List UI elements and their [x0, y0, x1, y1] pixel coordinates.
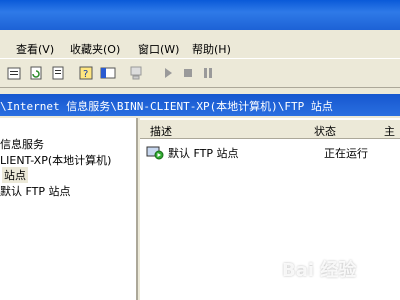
menu-favorites[interactable]: 收藏夹(O)	[70, 41, 120, 57]
title-bar	[0, 0, 400, 30]
list-pane: 描述 状态 主 默认 FTP 站点 正在运行	[140, 118, 400, 300]
column-state-label: 状态	[314, 125, 336, 138]
list-row[interactable]: 默认 FTP 站点 正在运行	[146, 144, 400, 160]
refresh-icon[interactable]	[28, 65, 44, 81]
menu-view[interactable]: 查看(V)	[16, 41, 54, 57]
column-host[interactable]: 主	[374, 120, 400, 139]
row-description: 默认 FTP 站点	[168, 147, 239, 160]
console-path: \Internet 信息服务\BINN-CLIENT-XP(本地计算机)\FTP…	[0, 100, 333, 113]
menu-bar: 查看(V) 收藏夹(O) 窗口(W) 帮助(H)	[0, 38, 400, 58]
watermark: Bai 经验	[282, 260, 357, 281]
column-description[interactable]: 描述	[140, 120, 305, 139]
tree-item-iis[interactable]: 信息服务	[0, 136, 44, 152]
computer-icon[interactable]	[128, 65, 144, 81]
tree-item-local-computer[interactable]: LIENT-XP(本地计算机)	[0, 152, 111, 168]
pause-icon[interactable]	[200, 65, 216, 81]
properties-icon[interactable]	[6, 65, 22, 81]
console-icon[interactable]	[100, 65, 116, 81]
column-description-label: 描述	[150, 125, 172, 138]
export-icon[interactable]	[50, 65, 66, 81]
svg-text:?: ?	[83, 69, 88, 80]
column-host-label: 主	[384, 125, 395, 138]
tree-pane: 信息服务 LIENT-XP(本地计算机) 站点 默认 FTP 站点	[0, 118, 138, 300]
stop-icon[interactable]	[180, 65, 196, 81]
row-state: 正在运行	[324, 147, 368, 160]
menu-help[interactable]: 帮助(H)	[192, 41, 231, 57]
ftp-site-icon	[146, 146, 164, 160]
tree-item-default-ftp[interactable]: 默认 FTP 站点	[0, 183, 70, 199]
tree-item-ftp-sites[interactable]: 站点	[2, 167, 28, 183]
play-icon[interactable]	[160, 65, 176, 81]
toolbar: ?	[0, 58, 400, 88]
help-icon[interactable]: ?	[78, 65, 94, 81]
menu-window[interactable]: 窗口(W)	[138, 41, 179, 57]
console-path-bar: \Internet 信息服务\BINN-CLIENT-XP(本地计算机)\FTP…	[0, 94, 400, 116]
column-state[interactable]: 状态	[304, 120, 375, 139]
